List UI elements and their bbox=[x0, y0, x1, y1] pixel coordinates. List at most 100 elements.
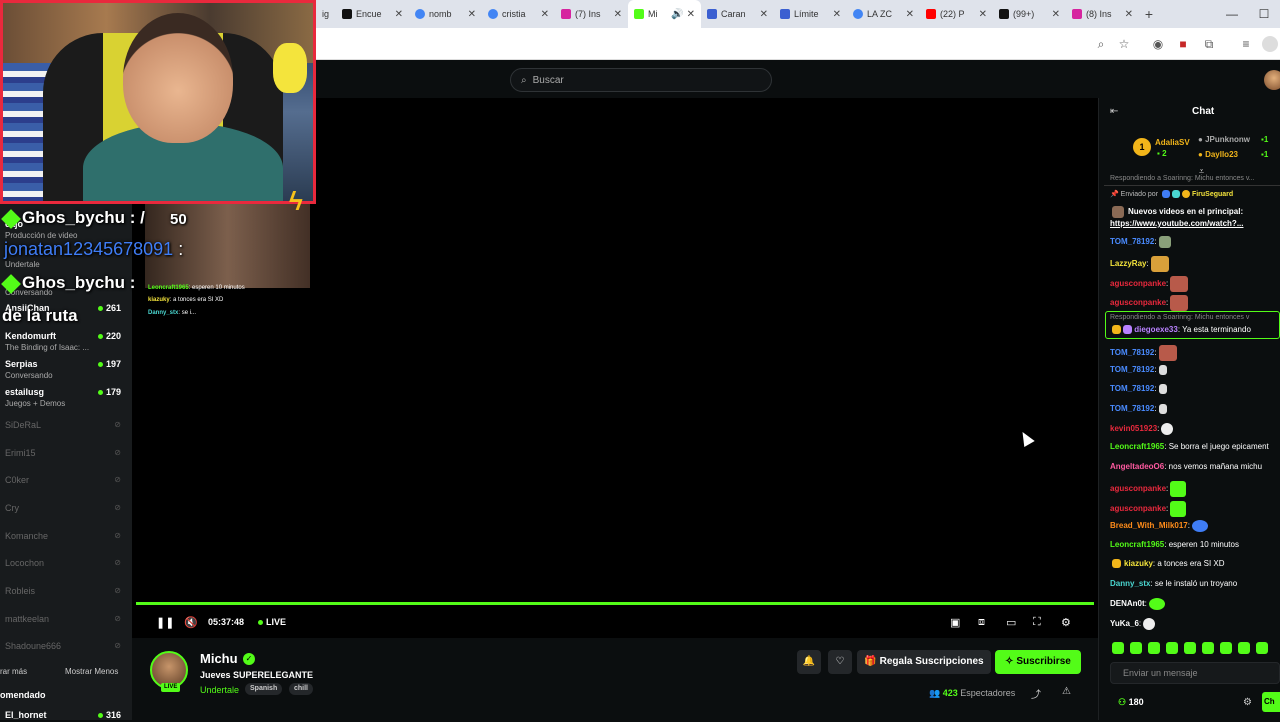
emote-icon[interactable] bbox=[1130, 642, 1142, 654]
theater-mode-icon[interactable]: ▭ bbox=[1006, 616, 1016, 629]
close-icon[interactable]: ✕ bbox=[979, 9, 987, 20]
chat-user[interactable]: kevin051923 bbox=[1110, 424, 1157, 433]
browser-tab-2[interactable]: nomb ✕ bbox=[409, 0, 482, 28]
close-icon[interactable]: ✕ bbox=[833, 9, 841, 20]
clip-icon[interactable]: ⧈ bbox=[978, 616, 985, 629]
chat-user[interactable]: TOM_78192 bbox=[1110, 348, 1154, 357]
chat-user[interactable]: TOM_78192 bbox=[1110, 384, 1154, 393]
pause-icon[interactable]: ❚❚ bbox=[156, 616, 174, 629]
sidebar-channel-8[interactable]: Erimi15 ⊘ bbox=[5, 448, 127, 474]
sidebar-channel-4[interactable]: Kendomurft The Binding of Isaac: ... 220 bbox=[5, 331, 127, 357]
show-more-link[interactable]: rar más bbox=[0, 667, 27, 676]
collapse-chat-icon[interactable]: ⇤ bbox=[1110, 106, 1118, 117]
zoom-icon[interactable]: ⌕ bbox=[1093, 36, 1109, 52]
emote-icon[interactable] bbox=[1166, 642, 1178, 654]
emote-icon[interactable] bbox=[1148, 642, 1160, 654]
sidebar-channel-5[interactable]: Serpias Conversando 197 bbox=[5, 359, 127, 385]
sidebar-channel-6[interactable]: estailusg Juegos + Demos 179 bbox=[5, 387, 127, 413]
sidebar-channel-9[interactable]: C0ker ⊘ bbox=[5, 475, 127, 501]
emote-icon[interactable] bbox=[1256, 642, 1268, 654]
search-bar[interactable]: ⌕ bbox=[510, 68, 772, 92]
emote-icon[interactable] bbox=[1238, 642, 1250, 654]
browser-tab-7[interactable]: Límite ✕ bbox=[774, 0, 847, 28]
sidebar-recommended-channel[interactable]: El_hornet 316 bbox=[5, 710, 127, 722]
browser-tab-11[interactable]: (8) Ins ✕ bbox=[1066, 0, 1139, 28]
extensions-puzzle-icon[interactable]: ⧉ bbox=[1201, 36, 1217, 52]
stream-category[interactable]: Undertale bbox=[200, 685, 239, 695]
emote-icon[interactable] bbox=[1220, 642, 1232, 654]
chat-user[interactable]: Bread_With_Milk017 bbox=[1110, 521, 1188, 530]
chat-user[interactable]: agusconpanke bbox=[1110, 484, 1166, 493]
extension-record-icon[interactable]: ◉ bbox=[1150, 36, 1166, 52]
mute-icon[interactable]: 🔇 bbox=[184, 616, 198, 629]
emote-icon[interactable] bbox=[1112, 642, 1124, 654]
chat-message-input[interactable] bbox=[1111, 663, 1279, 683]
sidebar-channel-12[interactable]: Locochon ⊘ bbox=[5, 558, 127, 584]
browser-tab-6[interactable]: Caran ✕ bbox=[701, 0, 774, 28]
browser-tab-9[interactable]: (22) P ✕ bbox=[920, 0, 993, 28]
browser-tab-4[interactable]: (7) Ins ✕ bbox=[555, 0, 628, 28]
close-icon[interactable]: ✕ bbox=[468, 9, 476, 20]
share-icon[interactable]: ⤴ bbox=[1031, 686, 1041, 701]
playback-progress[interactable] bbox=[136, 602, 1094, 605]
emote-icon[interactable] bbox=[1202, 642, 1214, 654]
channel-name[interactable]: Michu bbox=[200, 651, 238, 666]
extension-pdf-icon[interactable]: ■ bbox=[1175, 36, 1191, 52]
chat-user[interactable]: agusconpanke bbox=[1110, 279, 1166, 288]
close-icon[interactable]: ✕ bbox=[687, 9, 695, 20]
speaker-icon[interactable]: 🔊 bbox=[671, 9, 683, 20]
browser-tab-10[interactable]: (99+) ✕ bbox=[993, 0, 1066, 28]
chat-user[interactable]: kiazuky bbox=[1124, 559, 1153, 568]
stream-tag[interactable]: chill bbox=[289, 683, 314, 695]
browser-tab-3[interactable]: cristia ✕ bbox=[482, 0, 555, 28]
gift-subs-button[interactable]: 🎁 Regala Suscripciones bbox=[857, 650, 991, 674]
leaderboard-user-3[interactable]: ● Dayllo23 bbox=[1198, 150, 1238, 159]
user-avatar[interactable] bbox=[1264, 70, 1280, 90]
close-icon[interactable]: ✕ bbox=[906, 9, 914, 20]
maximize-button[interactable]: ☐ bbox=[1246, 0, 1280, 28]
close-icon[interactable]: ✕ bbox=[541, 9, 549, 20]
browser-tab-0[interactable]: ig Ti bbox=[316, 0, 336, 28]
close-icon[interactable]: ✕ bbox=[395, 9, 403, 20]
show-less-link[interactable]: Mostrar Menos bbox=[65, 667, 118, 676]
chat-user[interactable]: TOM_78192 bbox=[1110, 404, 1154, 413]
fullscreen-icon[interactable]: ⛶ bbox=[1033, 616, 1041, 629]
sidebar-channel-7[interactable]: SiDeRaL ⊘ bbox=[5, 420, 127, 446]
chat-user[interactable]: Leoncraft1965 bbox=[1110, 442, 1164, 451]
new-tab-button[interactable]: + bbox=[1139, 6, 1159, 22]
chat-settings-gear-icon[interactable]: ⚙ bbox=[1243, 697, 1252, 708]
close-icon[interactable]: ✕ bbox=[1125, 9, 1133, 20]
pinned-link[interactable]: https://www.youtube.com/watch?... bbox=[1110, 219, 1243, 228]
follow-heart-button[interactable]: ♡ bbox=[828, 650, 852, 674]
close-icon[interactable]: ✕ bbox=[760, 9, 768, 20]
profile-icon[interactable] bbox=[1262, 36, 1278, 52]
browser-tab-8[interactable]: LA ZC ✕ bbox=[847, 0, 920, 28]
sidebar-channel-10[interactable]: Cry ⊘ bbox=[5, 503, 127, 529]
leaderboard-user-1[interactable]: AdaliaSV bbox=[1155, 138, 1190, 147]
report-icon[interactable]: ⚠ bbox=[1062, 686, 1071, 697]
chat-user[interactable]: agusconpanke bbox=[1110, 504, 1166, 513]
chat-user[interactable]: diegoexe33 bbox=[1134, 325, 1178, 334]
close-icon[interactable]: ✕ bbox=[1052, 9, 1060, 20]
chat-input-box[interactable] bbox=[1110, 662, 1280, 684]
bookmark-star-icon[interactable]: ☆ bbox=[1116, 36, 1132, 52]
media-queue-icon[interactable]: ≡ bbox=[1238, 36, 1254, 52]
subscribe-button[interactable]: ✧ Suscribirse bbox=[995, 650, 1081, 674]
miniplayer-icon[interactable]: ▣ bbox=[950, 616, 960, 629]
sidebar-channel-14[interactable]: mattkeelan ⊘ bbox=[5, 614, 127, 640]
close-icon[interactable]: ✕ bbox=[614, 9, 622, 20]
leaderboard-user-2[interactable]: ● JPunknonw bbox=[1198, 135, 1250, 144]
sidebar-channel-11[interactable]: Komanche ⊘ bbox=[5, 531, 127, 557]
stream-tag[interactable]: Spanish bbox=[245, 683, 283, 695]
chat-user[interactable]: LazzyRay bbox=[1110, 259, 1146, 268]
minimize-button[interactable]: — bbox=[1214, 0, 1250, 28]
chat-user[interactable]: YuKa_6 bbox=[1110, 619, 1139, 628]
chat-user[interactable]: Danny_stx bbox=[1110, 579, 1150, 588]
chat-user[interactable]: agusconpanke bbox=[1110, 298, 1166, 307]
chat-user[interactable]: AngeltadeoO6 bbox=[1110, 462, 1164, 471]
browser-tab-1[interactable]: Encue ✕ bbox=[336, 0, 409, 28]
chat-user[interactable]: TOM_78192 bbox=[1110, 365, 1154, 374]
sidebar-channel-15[interactable]: Shadoune666 ⊘ bbox=[5, 641, 127, 667]
notification-bell-button[interactable]: 🔔 bbox=[797, 650, 821, 674]
chat-send-button[interactable]: Ch bbox=[1262, 692, 1280, 712]
